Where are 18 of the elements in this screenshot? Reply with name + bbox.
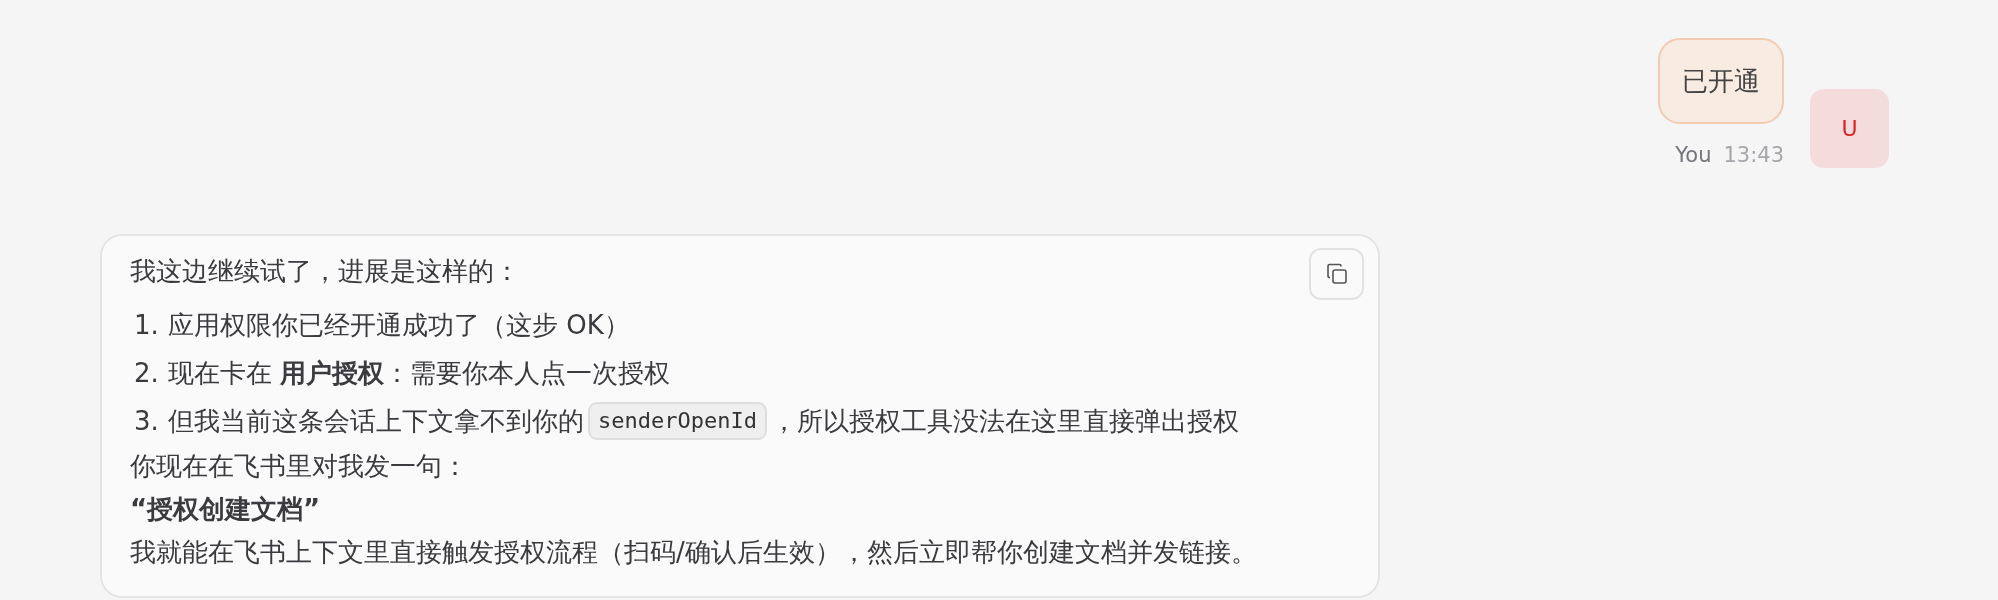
message-bubble: 已开通 — [1658, 38, 1784, 124]
list-item-text: 应用权限你已经开通成功了（这步 OK） — [168, 308, 630, 342]
list-item-text: 但我当前这条会话上下文拿不到你的 — [168, 404, 584, 438]
message-time: 13:43 — [1723, 143, 1784, 167]
message-text: “授权创建文档” — [130, 492, 321, 526]
inline-code: senderOpenId — [588, 401, 767, 440]
user-avatar: U — [1810, 89, 1889, 168]
list-number: 1. — [134, 308, 160, 342]
copy-icon — [1324, 261, 1349, 286]
message-text: 我就能在飞书上下文里直接触发授权流程（扫码/确认后生效），然后立即帮你创建文档并发链接。 — [130, 535, 1257, 569]
message-text: 你现在在飞书里对我发一句： — [130, 449, 468, 483]
list-number: 2. — [134, 356, 160, 390]
list-item-text: 现在卡在 用户授权：需要你本人点一次授权 — [168, 356, 671, 390]
message-text: 我这边继续试了，进展是这样的： — [130, 254, 520, 288]
copy-button[interactable] — [1309, 247, 1364, 300]
sender-name: You — [1675, 143, 1712, 167]
list-item-text: ，所以授权工具没法在这里直接弹出授权 — [770, 404, 1239, 438]
list-number: 3. — [134, 404, 160, 438]
